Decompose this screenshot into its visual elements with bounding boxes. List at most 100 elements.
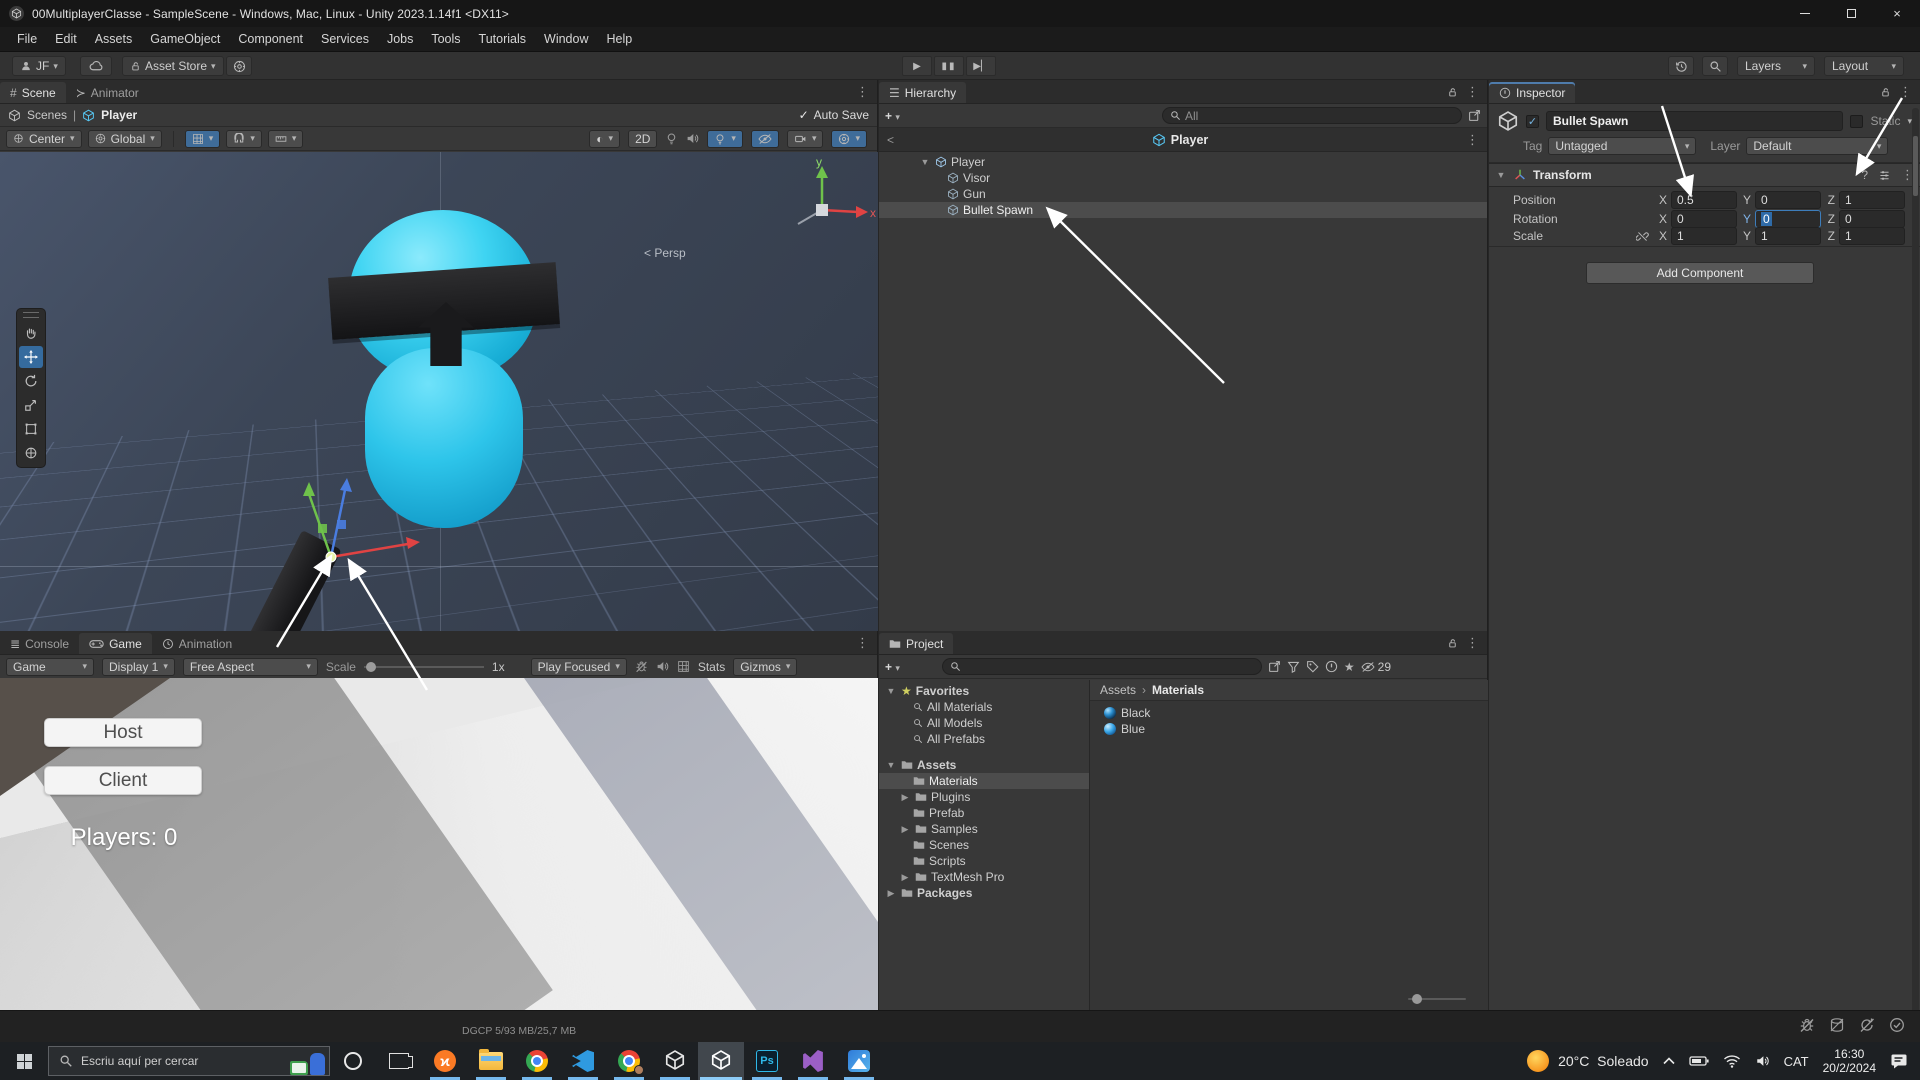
start-button[interactable] xyxy=(0,1042,48,1080)
play-focus-dropdown[interactable]: Play Focused ▾ xyxy=(530,657,627,676)
pause-button[interactable]: ▮▮ xyxy=(934,56,964,76)
tool-handle-rotation-dropdown[interactable]: Global ▾ xyxy=(87,129,162,148)
lock-icon[interactable] xyxy=(1447,87,1458,98)
task-view-button[interactable] xyxy=(376,1042,422,1080)
favorite-all-materials[interactable]: All Materials xyxy=(879,699,1089,715)
layer-dropdown[interactable]: Default ▾ xyxy=(1746,137,1889,155)
scale-y-field[interactable]: 1 xyxy=(1755,227,1821,245)
asset-blue-material[interactable]: Blue xyxy=(1090,721,1488,737)
game-menu-icon[interactable]: ⋮ xyxy=(856,635,869,651)
camera-settings-dropdown[interactable]: ▾ xyxy=(786,129,824,148)
static-checkbox[interactable] xyxy=(1850,114,1864,128)
menu-tools[interactable]: Tools xyxy=(422,32,469,46)
alerts-icon[interactable] xyxy=(1325,660,1338,673)
search-by-type-icon[interactable] xyxy=(1287,660,1300,673)
game-gizmos-dropdown[interactable]: Gizmos ▾ xyxy=(733,657,798,676)
project-search-input[interactable] xyxy=(941,658,1262,675)
tab-game[interactable]: Game xyxy=(79,633,152,654)
position-y-field[interactable]: 0 xyxy=(1755,190,1821,209)
transform-tool-button[interactable] xyxy=(19,442,43,464)
search-button[interactable] xyxy=(1702,56,1728,76)
rect-tool-button[interactable] xyxy=(19,418,43,440)
inspector-menu-icon[interactable]: ⋮ xyxy=(1899,84,1912,100)
link-scale-icon[interactable] xyxy=(1631,230,1653,243)
weather-widget[interactable]: 20°C Soleado xyxy=(1527,1050,1649,1072)
help-icon[interactable]: ? xyxy=(1861,168,1868,182)
folder-plugins[interactable]: ▶ Plugins xyxy=(879,789,1089,805)
notification-center-icon[interactable] xyxy=(1890,1053,1908,1069)
battery-icon[interactable] xyxy=(1689,1055,1709,1067)
game-viewport[interactable]: Host Client Players: 0 xyxy=(0,678,878,1010)
hierarchy-search-input[interactable]: All xyxy=(1162,107,1462,124)
undo-history-button[interactable] xyxy=(1668,56,1694,76)
favorites-star-icon[interactable]: ★ xyxy=(1344,660,1355,674)
2d-toggle[interactable]: 2D xyxy=(628,129,658,148)
taskbar-unity-hub[interactable] xyxy=(652,1042,698,1080)
menu-gameobject[interactable]: GameObject xyxy=(141,32,229,46)
favorites-root[interactable]: ▼ ★ Favorites xyxy=(879,683,1089,699)
hierarchy-item-player[interactable]: ▼ Player xyxy=(879,154,1487,170)
object-name-field[interactable]: Bullet Spawn xyxy=(1546,111,1844,131)
cortana-button[interactable] xyxy=(330,1042,376,1080)
host-button[interactable]: Host xyxy=(44,718,202,747)
scene-viewport[interactable]: y x < Persp xyxy=(0,152,878,631)
breadcrumb-materials[interactable]: Materials xyxy=(1152,683,1204,697)
scene-visibility-toggle[interactable] xyxy=(750,129,779,148)
tool-handle-position-dropdown[interactable]: Center ▾ xyxy=(6,129,82,148)
create-asset-button[interactable]: + ▾ xyxy=(885,660,900,674)
rotation-x-field[interactable]: 0 xyxy=(1671,209,1737,228)
grid-snapping-dropdown[interactable]: ▾ xyxy=(184,129,221,148)
inspector-scrollbar[interactable] xyxy=(1912,108,1919,1028)
taskbar-unity-editor[interactable] xyxy=(698,1042,744,1080)
tab-hierarchy[interactable]: ☰ Hierarchy xyxy=(879,82,967,103)
move-tool-button[interactable] xyxy=(19,346,43,368)
open-new-window-icon[interactable] xyxy=(1468,109,1481,122)
rotation-z-field[interactable]: 0 xyxy=(1839,209,1905,228)
prefab-header-menu-icon[interactable]: ⋮ xyxy=(1466,132,1479,148)
position-x-field[interactable]: 0.5 xyxy=(1671,190,1737,209)
asset-store-button[interactable]: Asset Store ▾ xyxy=(122,56,224,76)
volume-icon[interactable] xyxy=(1755,1054,1770,1068)
scale-z-field[interactable]: 1 xyxy=(1839,227,1905,245)
hierarchy-item-visor[interactable]: Visor xyxy=(879,170,1487,186)
account-dropdown[interactable]: JF ▾ xyxy=(12,56,66,76)
taskbar-photos[interactable] xyxy=(836,1042,882,1080)
project-menu-icon[interactable]: ⋮ xyxy=(1466,635,1479,651)
menu-services[interactable]: Services xyxy=(312,32,378,46)
folder-scripts[interactable]: Scripts xyxy=(879,853,1089,869)
snap-increment-dropdown[interactable]: ▾ xyxy=(226,129,262,148)
rotate-tool-button[interactable] xyxy=(19,370,43,392)
hierarchy-menu-icon[interactable]: ⋮ xyxy=(1466,84,1479,100)
tab-inspector[interactable]: Inspector xyxy=(1489,82,1576,103)
tray-expand-icon[interactable] xyxy=(1662,1057,1675,1065)
taskbar-search-box[interactable]: Escriu aquí per cercar xyxy=(48,1046,330,1076)
favorite-all-models[interactable]: All Models xyxy=(879,715,1089,731)
taskbar-chrome[interactable] xyxy=(514,1042,560,1080)
activity-ok-icon[interactable] xyxy=(1888,1016,1906,1034)
expand-arrow-icon[interactable]: ▼ xyxy=(919,157,931,167)
transform-component-header[interactable]: ▼ Transform ? ⋮ xyxy=(1489,163,1920,187)
add-component-button[interactable]: Add Component xyxy=(1586,262,1814,284)
minimize-button[interactable] xyxy=(1782,0,1828,27)
frame-debugger-icon[interactable] xyxy=(635,660,648,673)
menu-help[interactable]: Help xyxy=(597,32,641,46)
tab-console[interactable]: ≣ Console xyxy=(0,633,79,654)
cloud-button[interactable] xyxy=(80,56,112,76)
folder-scenes[interactable]: Scenes xyxy=(879,837,1089,853)
scene-orientation-gizmo[interactable]: y x xyxy=(770,152,878,252)
transform-gizmo[interactable] xyxy=(240,472,420,612)
display-dropdown[interactable]: Display 1 ▾ xyxy=(102,657,175,676)
menu-jobs[interactable]: Jobs xyxy=(378,32,422,46)
hidden-packages-toggle[interactable]: 29 xyxy=(1361,660,1391,674)
foldout-arrow-icon[interactable]: ▼ xyxy=(1495,170,1507,180)
exit-prefab-mode-button[interactable]: < xyxy=(887,133,894,147)
scale-tool-button[interactable] xyxy=(19,394,43,416)
view-tool-button[interactable] xyxy=(19,322,43,344)
aspect-dropdown[interactable]: Free Aspect ▾ xyxy=(182,657,318,676)
menu-component[interactable]: Component xyxy=(229,32,312,46)
taskbar-chrome-profile[interactable] xyxy=(606,1042,652,1080)
auto-refresh-disabled-icon[interactable] xyxy=(1858,1016,1876,1034)
vsync-icon[interactable] xyxy=(677,660,690,673)
active-checkbox[interactable]: ✓ xyxy=(1526,114,1539,128)
layers-dropdown[interactable]: Layers ▾ xyxy=(1737,56,1815,76)
